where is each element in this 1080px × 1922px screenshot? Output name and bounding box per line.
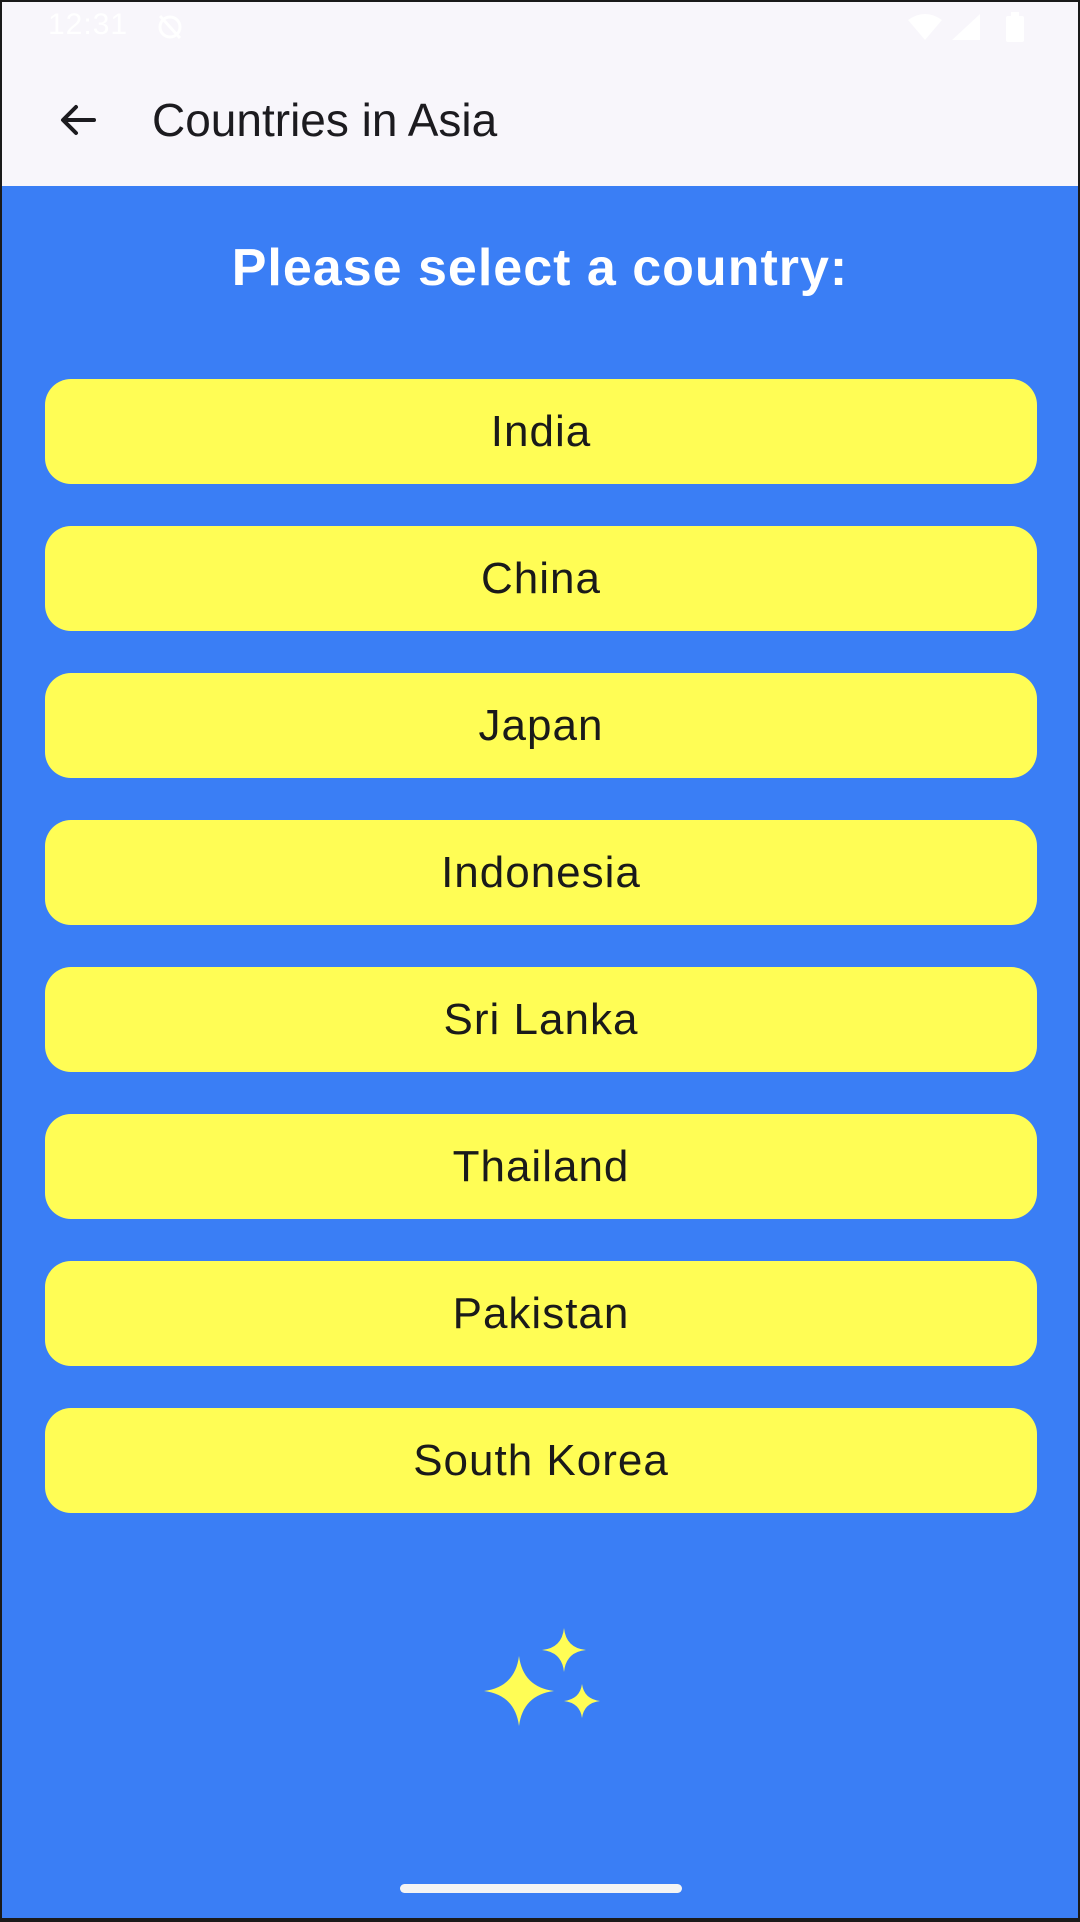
wifi-icon xyxy=(908,14,942,40)
select-country-prompt: Please select a country: xyxy=(231,239,849,297)
cell-signal-icon xyxy=(952,14,980,40)
arrow-back-icon xyxy=(61,105,96,135)
battery-icon xyxy=(1006,16,1024,42)
app-screen: 12:31 Countries in Asia Please select a … xyxy=(2,2,1078,1918)
page-title: Countries in Asia xyxy=(152,94,498,146)
country-button-thailand[interactable]: Thailand xyxy=(45,1114,1037,1219)
country-list: India China Japan Indonesia Sri Lanka Th… xyxy=(45,379,1037,1513)
status-time: 12:31 xyxy=(48,8,129,41)
country-button-indonesia[interactable]: Indonesia xyxy=(45,820,1037,925)
back-button[interactable] xyxy=(40,82,116,158)
country-button-sri-lanka[interactable]: Sri Lanka xyxy=(45,967,1037,1072)
country-button-china[interactable]: China xyxy=(45,526,1037,631)
country-button-japan[interactable]: Japan xyxy=(45,673,1037,778)
status-icons xyxy=(908,12,1024,42)
home-indicator[interactable] xyxy=(400,1884,682,1893)
country-button-india[interactable]: India xyxy=(45,379,1037,484)
status-bar: 12:31 xyxy=(2,2,1078,54)
sparkles-icon xyxy=(484,1628,600,1726)
country-button-south-korea[interactable]: South Korea xyxy=(45,1408,1037,1513)
alarm-off-icon xyxy=(158,14,182,40)
country-button-pakistan[interactable]: Pakistan xyxy=(45,1261,1037,1366)
top-app-bar: Countries in Asia xyxy=(2,54,1078,186)
